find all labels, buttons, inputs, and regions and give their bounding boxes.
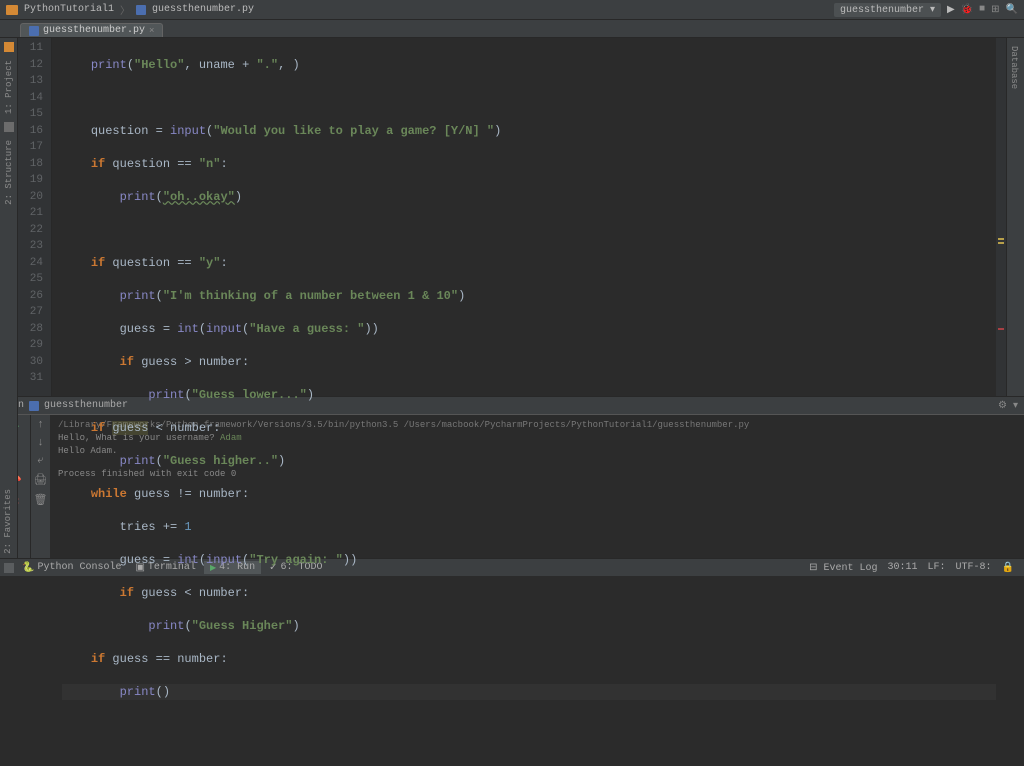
sidebar-project-tab[interactable]: 1: Project xyxy=(4,60,14,114)
python-file-icon xyxy=(136,5,146,15)
error-stripe[interactable] xyxy=(996,38,1006,396)
run-toolbar-2: ↑ ↓ ⤶ 🖨 🗑 xyxy=(30,415,50,558)
left-tool-sidebar: 1: Project 2: Structure xyxy=(0,38,18,396)
folder-icon xyxy=(6,5,18,15)
tool-window-toggle-icon[interactable] xyxy=(4,563,14,573)
down-icon[interactable]: ↓ xyxy=(37,437,44,449)
run-icon[interactable]: ▶ xyxy=(947,4,955,16)
debug-icon[interactable]: 🐞 xyxy=(961,4,973,16)
python-file-icon xyxy=(29,401,39,411)
trash-icon[interactable]: 🗑 xyxy=(34,493,48,507)
warning-marker[interactable] xyxy=(998,238,1004,240)
error-marker[interactable] xyxy=(998,328,1004,330)
python-file-icon xyxy=(29,26,39,36)
stop-icon[interactable]: ■ xyxy=(979,4,985,15)
project-tool-icon[interactable] xyxy=(4,42,14,52)
breadcrumb-project[interactable]: PythonTutorial1 xyxy=(24,4,114,15)
breadcrumb-bar: PythonTutorial1 〉 guessthenumber.py gues… xyxy=(0,0,1024,20)
code-area[interactable]: print("Hello", uname + ".", ) question =… xyxy=(52,38,996,396)
warning-marker[interactable] xyxy=(998,242,1004,244)
left-tool-sidebar-lower: 2: Favorites xyxy=(0,396,18,558)
structure-tool-icon[interactable] xyxy=(4,122,14,132)
coverage-icon[interactable]: ⊞ xyxy=(991,4,999,16)
search-icon[interactable]: 🔍 xyxy=(1006,4,1018,16)
lock-icon[interactable]: 🔒 xyxy=(1002,562,1014,574)
close-icon[interactable]: × xyxy=(149,26,154,36)
sidebar-favorites-tab[interactable]: 2: Favorites xyxy=(3,489,13,554)
print-icon[interactable]: 🖨 xyxy=(34,473,48,487)
right-tool-sidebar: Database xyxy=(1006,38,1024,396)
sidebar-structure-tab[interactable]: 2: Structure xyxy=(4,140,14,205)
up-icon[interactable]: ↑ xyxy=(37,419,44,431)
editor[interactable]: 111213 141516 171819 202122 232425 26272… xyxy=(18,38,1006,396)
wrap-icon[interactable]: ⤶ xyxy=(37,455,43,467)
line-number-gutter: 111213 141516 171819 202122 232425 26272… xyxy=(18,38,52,396)
editor-tabs: guessthenumber.py × xyxy=(0,20,1024,38)
tab-guessthenumber[interactable]: guessthenumber.py × xyxy=(20,23,163,37)
sidebar-database-tab[interactable]: Database xyxy=(1009,46,1019,89)
main-area: 1: Project 2: Structure 111213 141516 17… xyxy=(0,38,1024,396)
tab-label: guessthenumber.py xyxy=(43,25,145,36)
run-config-selector[interactable]: guessthenumber ▾ xyxy=(834,3,941,17)
gear-icon[interactable]: ⚙ ▾ xyxy=(998,401,1018,412)
breadcrumb-file[interactable]: guessthenumber.py xyxy=(152,4,254,15)
